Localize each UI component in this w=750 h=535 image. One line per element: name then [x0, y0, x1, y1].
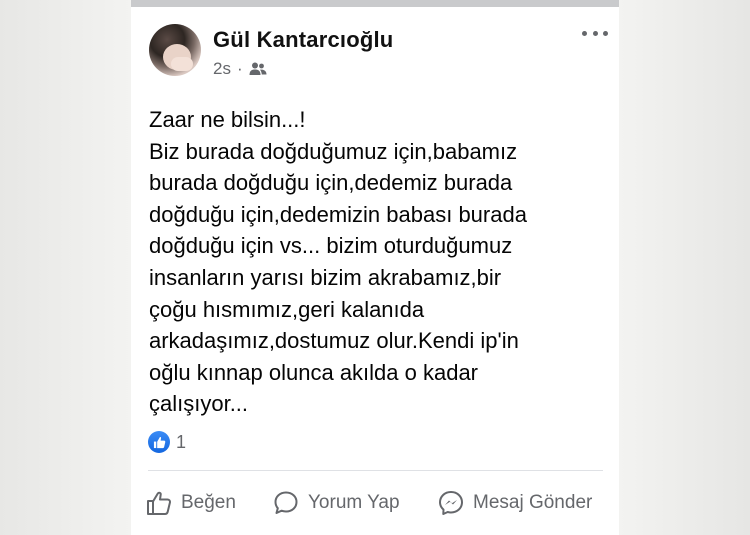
divider — [148, 470, 603, 471]
comment-icon — [274, 491, 298, 514]
reaction-count: 1 — [176, 431, 187, 452]
reaction-summary[interactable]: 1 — [148, 431, 186, 453]
post-author[interactable]: Gül Kantarcıoğlu — [213, 27, 393, 53]
send-message-button[interactable]: Mesaj Gönder — [437, 485, 592, 521]
friends-icon[interactable] — [249, 61, 267, 77]
card-top-edge — [131, 0, 619, 7]
background-right — [619, 0, 750, 535]
post-meta: 2s · — [213, 59, 267, 79]
background-left — [0, 0, 131, 535]
thumbs-up-icon — [147, 491, 171, 515]
post-time[interactable]: 2s — [213, 59, 231, 79]
send-message-button-label: Mesaj Gönder — [473, 492, 593, 513]
post-card: Gül Kantarcıoğlu 2s · Zaar ne bilsin...!… — [131, 7, 619, 535]
avatar[interactable] — [149, 24, 201, 76]
like-button-label: Beğen — [181, 492, 236, 513]
like-button[interactable]: Beğen — [145, 485, 236, 521]
comment-button[interactable]: Yorum Yap — [272, 485, 400, 521]
meta-separator: · — [236, 59, 243, 78]
more-options-icon[interactable] — [582, 23, 608, 43]
messenger-icon — [439, 491, 463, 515]
avatar-hand — [171, 57, 193, 71]
action-bar: Beğen Yorum Yap Mesaj Gönder — [131, 485, 619, 521]
post-text: Zaar ne bilsin...! Biz burada doğduğumuz… — [149, 107, 527, 417]
like-reaction-icon — [148, 431, 170, 453]
comment-button-label: Yorum Yap — [308, 492, 400, 513]
